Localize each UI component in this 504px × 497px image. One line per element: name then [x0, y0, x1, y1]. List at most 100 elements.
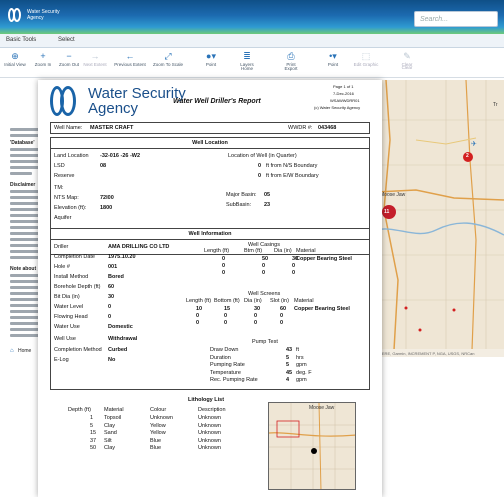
pump-unit: hrs	[296, 354, 304, 361]
casings-cell: 0	[292, 263, 296, 269]
lithology-cell: Unknown	[150, 415, 173, 421]
lithology-cell: Unknown	[198, 422, 221, 429]
well-location-header: Well Location	[192, 140, 228, 146]
lithology-header: Depth (ft)	[68, 407, 91, 413]
info-label: Flowing Head	[54, 314, 88, 320]
casings-cell: 0	[222, 256, 226, 262]
header-bar: Water Security Agency Search...	[0, 0, 504, 34]
home-button[interactable]: Home	[232, 66, 262, 71]
aquifer-label: Aquifer	[54, 215, 72, 221]
info-value: 60	[108, 284, 115, 290]
screens-cell: 0	[254, 320, 258, 326]
ribbon-tabs: Basic Tools Select	[0, 34, 504, 48]
pump-label: Pumping Rate	[210, 362, 245, 368]
map-attribution: HERE, Garmin, INCREMENT P, NGA, USGS, NR…	[376, 349, 504, 357]
map-marker-2-label: 2	[466, 153, 469, 159]
tab-basic-tools[interactable]: Basic Tools	[6, 37, 36, 43]
clear-icon: ✎	[403, 51, 411, 61]
screens-header: Material	[294, 298, 314, 304]
casings-cell: 0	[222, 263, 226, 269]
info-value: 0	[108, 304, 112, 310]
lithology-cell: Unknown	[198, 430, 221, 436]
lithology-cell: Yellow	[150, 422, 166, 429]
info-value: 1975.10.20	[108, 254, 136, 260]
pump-label: Duration	[210, 354, 231, 361]
major-basin-label: Major Basin:	[226, 192, 257, 198]
edit-graphic-button[interactable]: ⬚ Edit Graphic	[348, 51, 384, 67]
screens-cell: 0	[196, 313, 200, 319]
next-extent-button[interactable]: → Next Extent	[80, 51, 110, 67]
left-panel-disclaimer: Disclaimer	[10, 182, 36, 188]
info-label: Water Level	[54, 304, 84, 310]
ns-label: ft from N/S Boundary	[266, 163, 318, 169]
well-information-header: Well Information	[188, 231, 232, 237]
well-name-value: MASTER CRAFT	[90, 125, 134, 131]
sub-basin-label: SubBasin:	[226, 202, 252, 208]
previous-extent-button[interactable]: ← Previous Extent	[110, 51, 150, 67]
clear-button-2[interactable]: Clear	[392, 65, 422, 70]
water-drop-logo-icon	[50, 86, 84, 116]
screens-cell: 15	[224, 306, 231, 312]
zoom-to-scale-button[interactable]: ⤢ Zoom To Scale	[148, 51, 188, 67]
info-value: AMA DRILLING CO LTD	[108, 244, 170, 250]
casings-cell: Copper Bearing Steel	[296, 256, 352, 262]
left-panel-note: Note about	[10, 266, 37, 272]
print-button[interactable]: ⎙ Print	[276, 51, 306, 67]
lsd-value: 08	[100, 163, 107, 169]
lithology-cell: Clay	[104, 422, 116, 429]
info-value: Withdrawal	[108, 336, 138, 342]
info-value: No	[108, 357, 116, 363]
globe-icon: ⊕	[11, 51, 19, 61]
pump-unit: ft	[296, 347, 300, 353]
left-panel-home-link[interactable]: Home	[18, 348, 31, 354]
lithology-cell: Blue	[150, 445, 162, 451]
info-value: Domestic	[108, 324, 133, 330]
point-icon: •▾	[329, 51, 337, 61]
info-label: Well Use	[54, 336, 76, 342]
layers-button[interactable]: ≣ Layers	[232, 51, 262, 67]
lithology-header: Description	[198, 407, 226, 413]
export-button[interactable]: Export	[276, 66, 306, 71]
screens-header: Dia (in)	[244, 298, 262, 304]
lsd-label: LSD	[54, 163, 65, 169]
ew-label: ft from E/W Boundary	[266, 173, 319, 179]
tm-label: TM:	[54, 185, 64, 191]
brand-logo[interactable]: Water Security Agency	[8, 8, 60, 22]
info-value: Bored	[108, 274, 124, 280]
home-icon: ⌂	[10, 348, 14, 354]
water-drop-logo-icon	[8, 8, 24, 22]
search-input[interactable]: Search...	[414, 11, 498, 27]
point-button-2[interactable]: •▾ Point	[318, 51, 348, 67]
lithology-cell: 1	[90, 415, 94, 421]
toolbar: ⊕ Initial View + Zoom In − Zoom Out → Next E…	[0, 48, 504, 78]
pump-value: 45	[286, 369, 293, 376]
lithology-cell: Silt	[104, 437, 112, 444]
casings-cell: 0	[262, 263, 266, 269]
pump-value: 5	[286, 354, 290, 361]
point-button-1[interactable]: ●▾ Point	[196, 51, 226, 67]
info-label: E-Log	[54, 357, 69, 363]
map-view[interactable]: 2 11 Moose Jaw Tr ✈	[376, 80, 504, 350]
map-label-moose-jaw: Moose Jaw	[380, 192, 406, 198]
report-copyright: (c) Water Security Agency	[314, 105, 361, 110]
screens-cell: 0	[254, 313, 258, 319]
pump-unit: gpm	[296, 362, 307, 368]
map-marker-11-label: 11	[384, 209, 390, 215]
elevation-value: 1800	[100, 205, 113, 211]
pump-unit: gpm	[296, 377, 307, 383]
screens-header: Slot (in)	[270, 298, 289, 304]
initial-view-button[interactable]: ⊕ Initial View	[0, 51, 30, 67]
lithology-title: Lithology List	[188, 397, 225, 403]
tab-select[interactable]: Select	[58, 37, 75, 43]
map-label-tr: Tr	[493, 102, 498, 108]
screens-cell: 0	[224, 320, 228, 326]
info-label: Driller	[54, 244, 69, 250]
lithology-cell: Unknown	[198, 415, 221, 421]
info-label: Install Method	[54, 274, 89, 280]
well-location-marker	[311, 448, 317, 454]
lithology-cell: 15	[90, 430, 97, 436]
pump-label: Draw Down	[210, 347, 239, 353]
screens-title: Well Screens	[248, 291, 281, 297]
info-value: 001	[108, 264, 118, 270]
land-location-value: -32-016 -26 -W2	[100, 153, 141, 159]
